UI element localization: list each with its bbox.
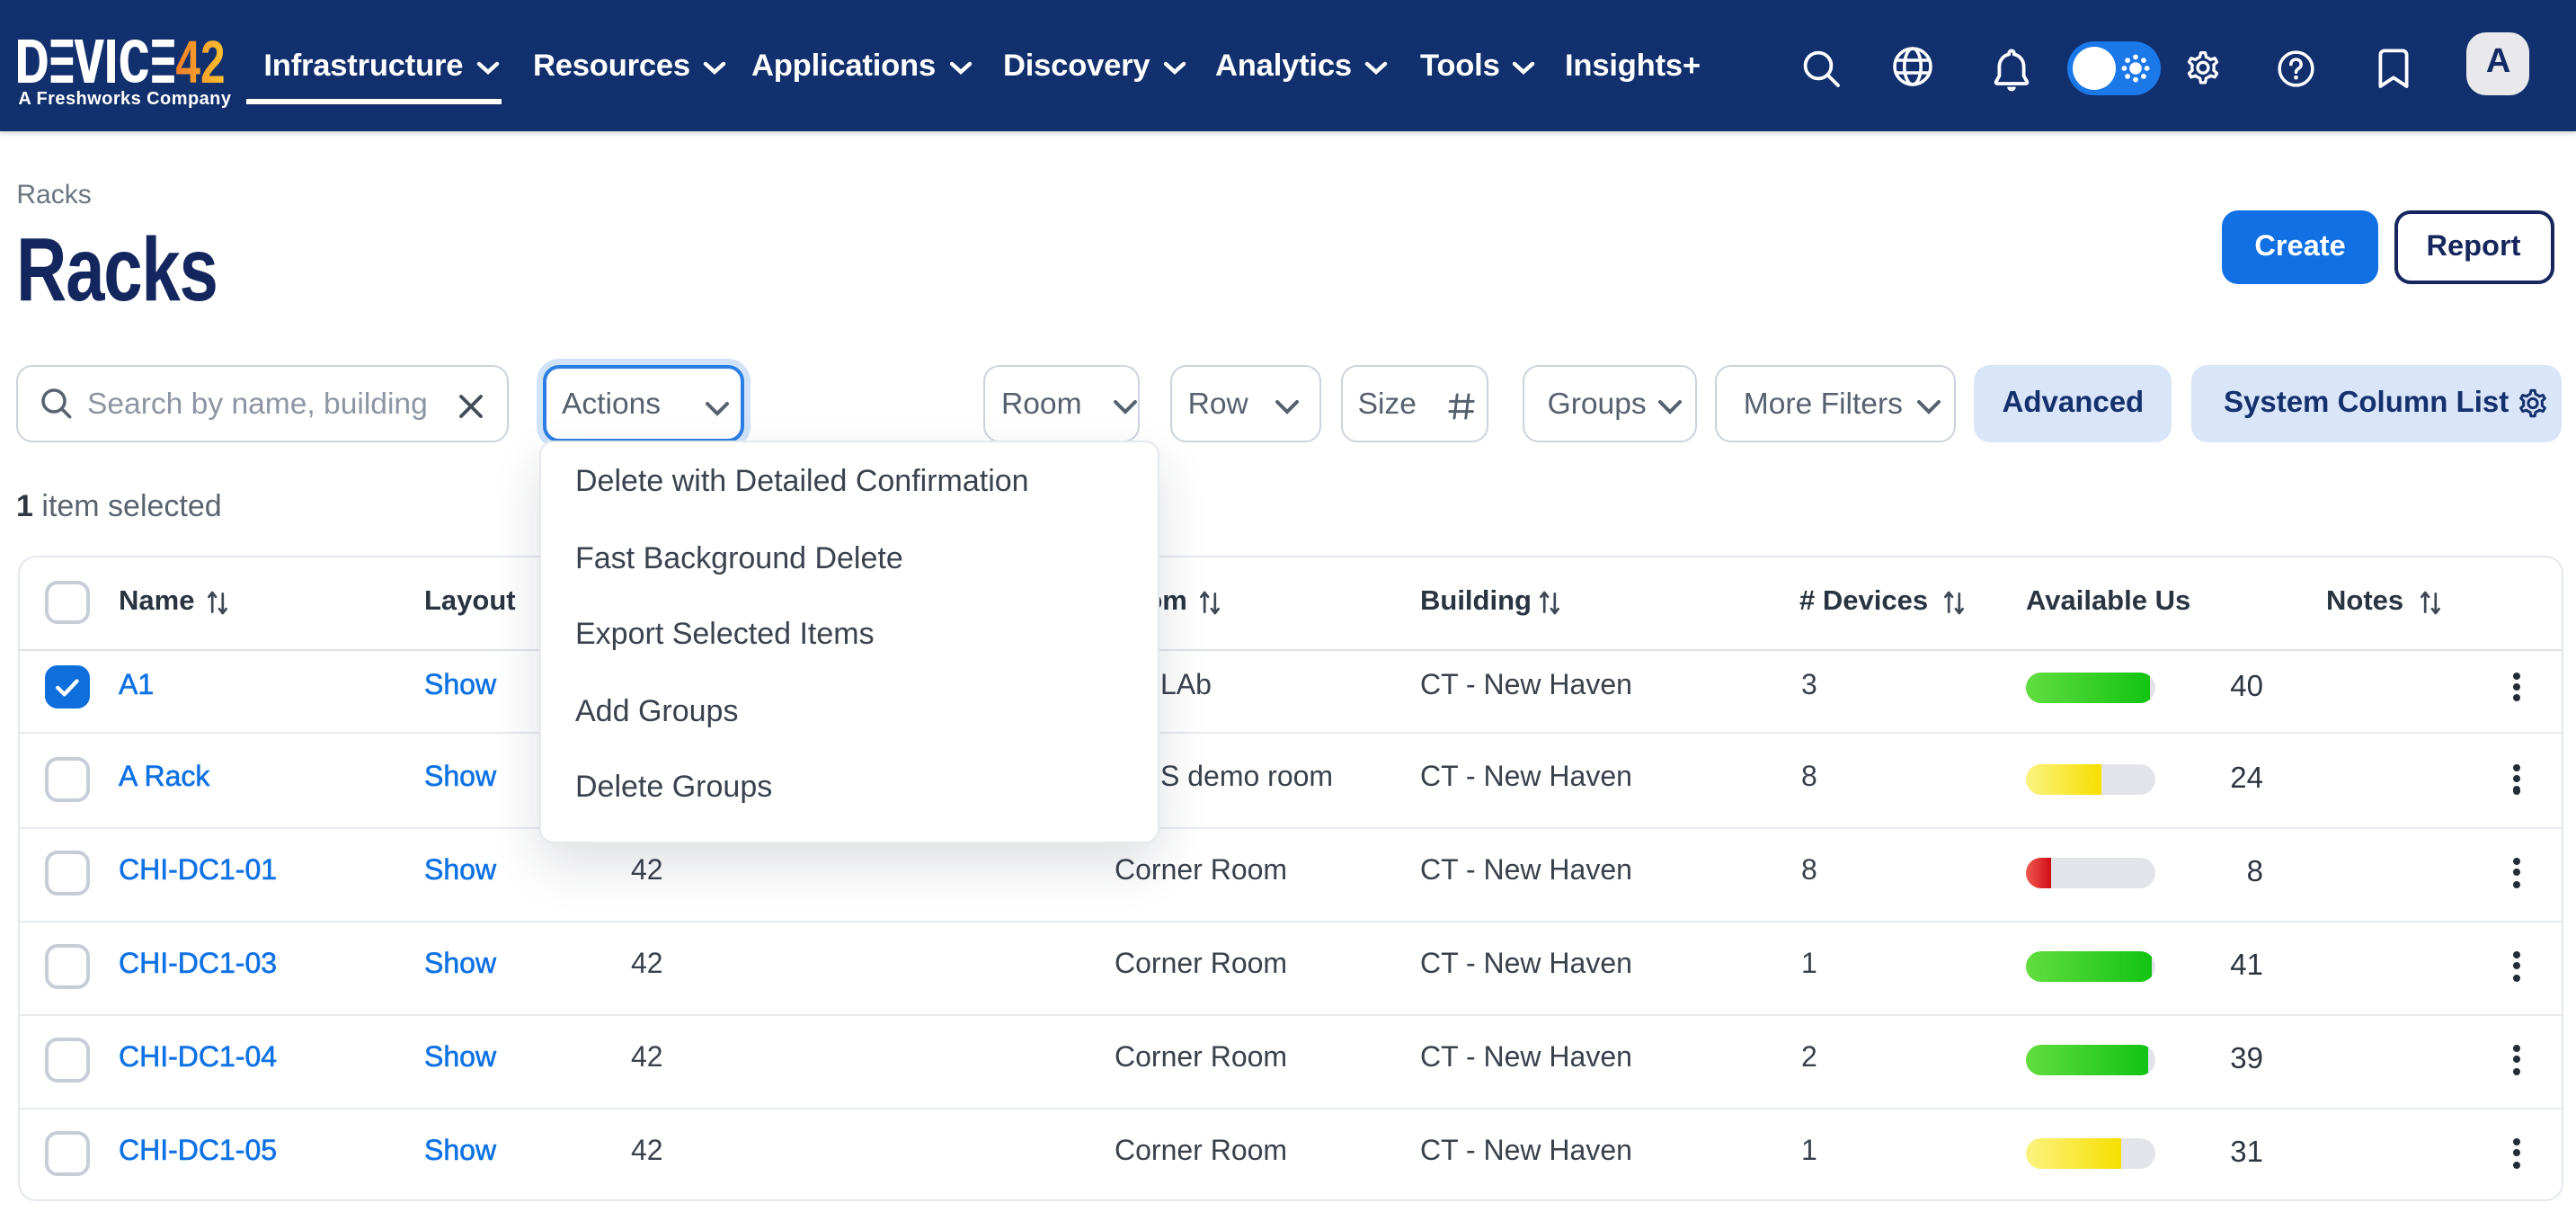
- svg-text:42: 42: [176, 29, 226, 95]
